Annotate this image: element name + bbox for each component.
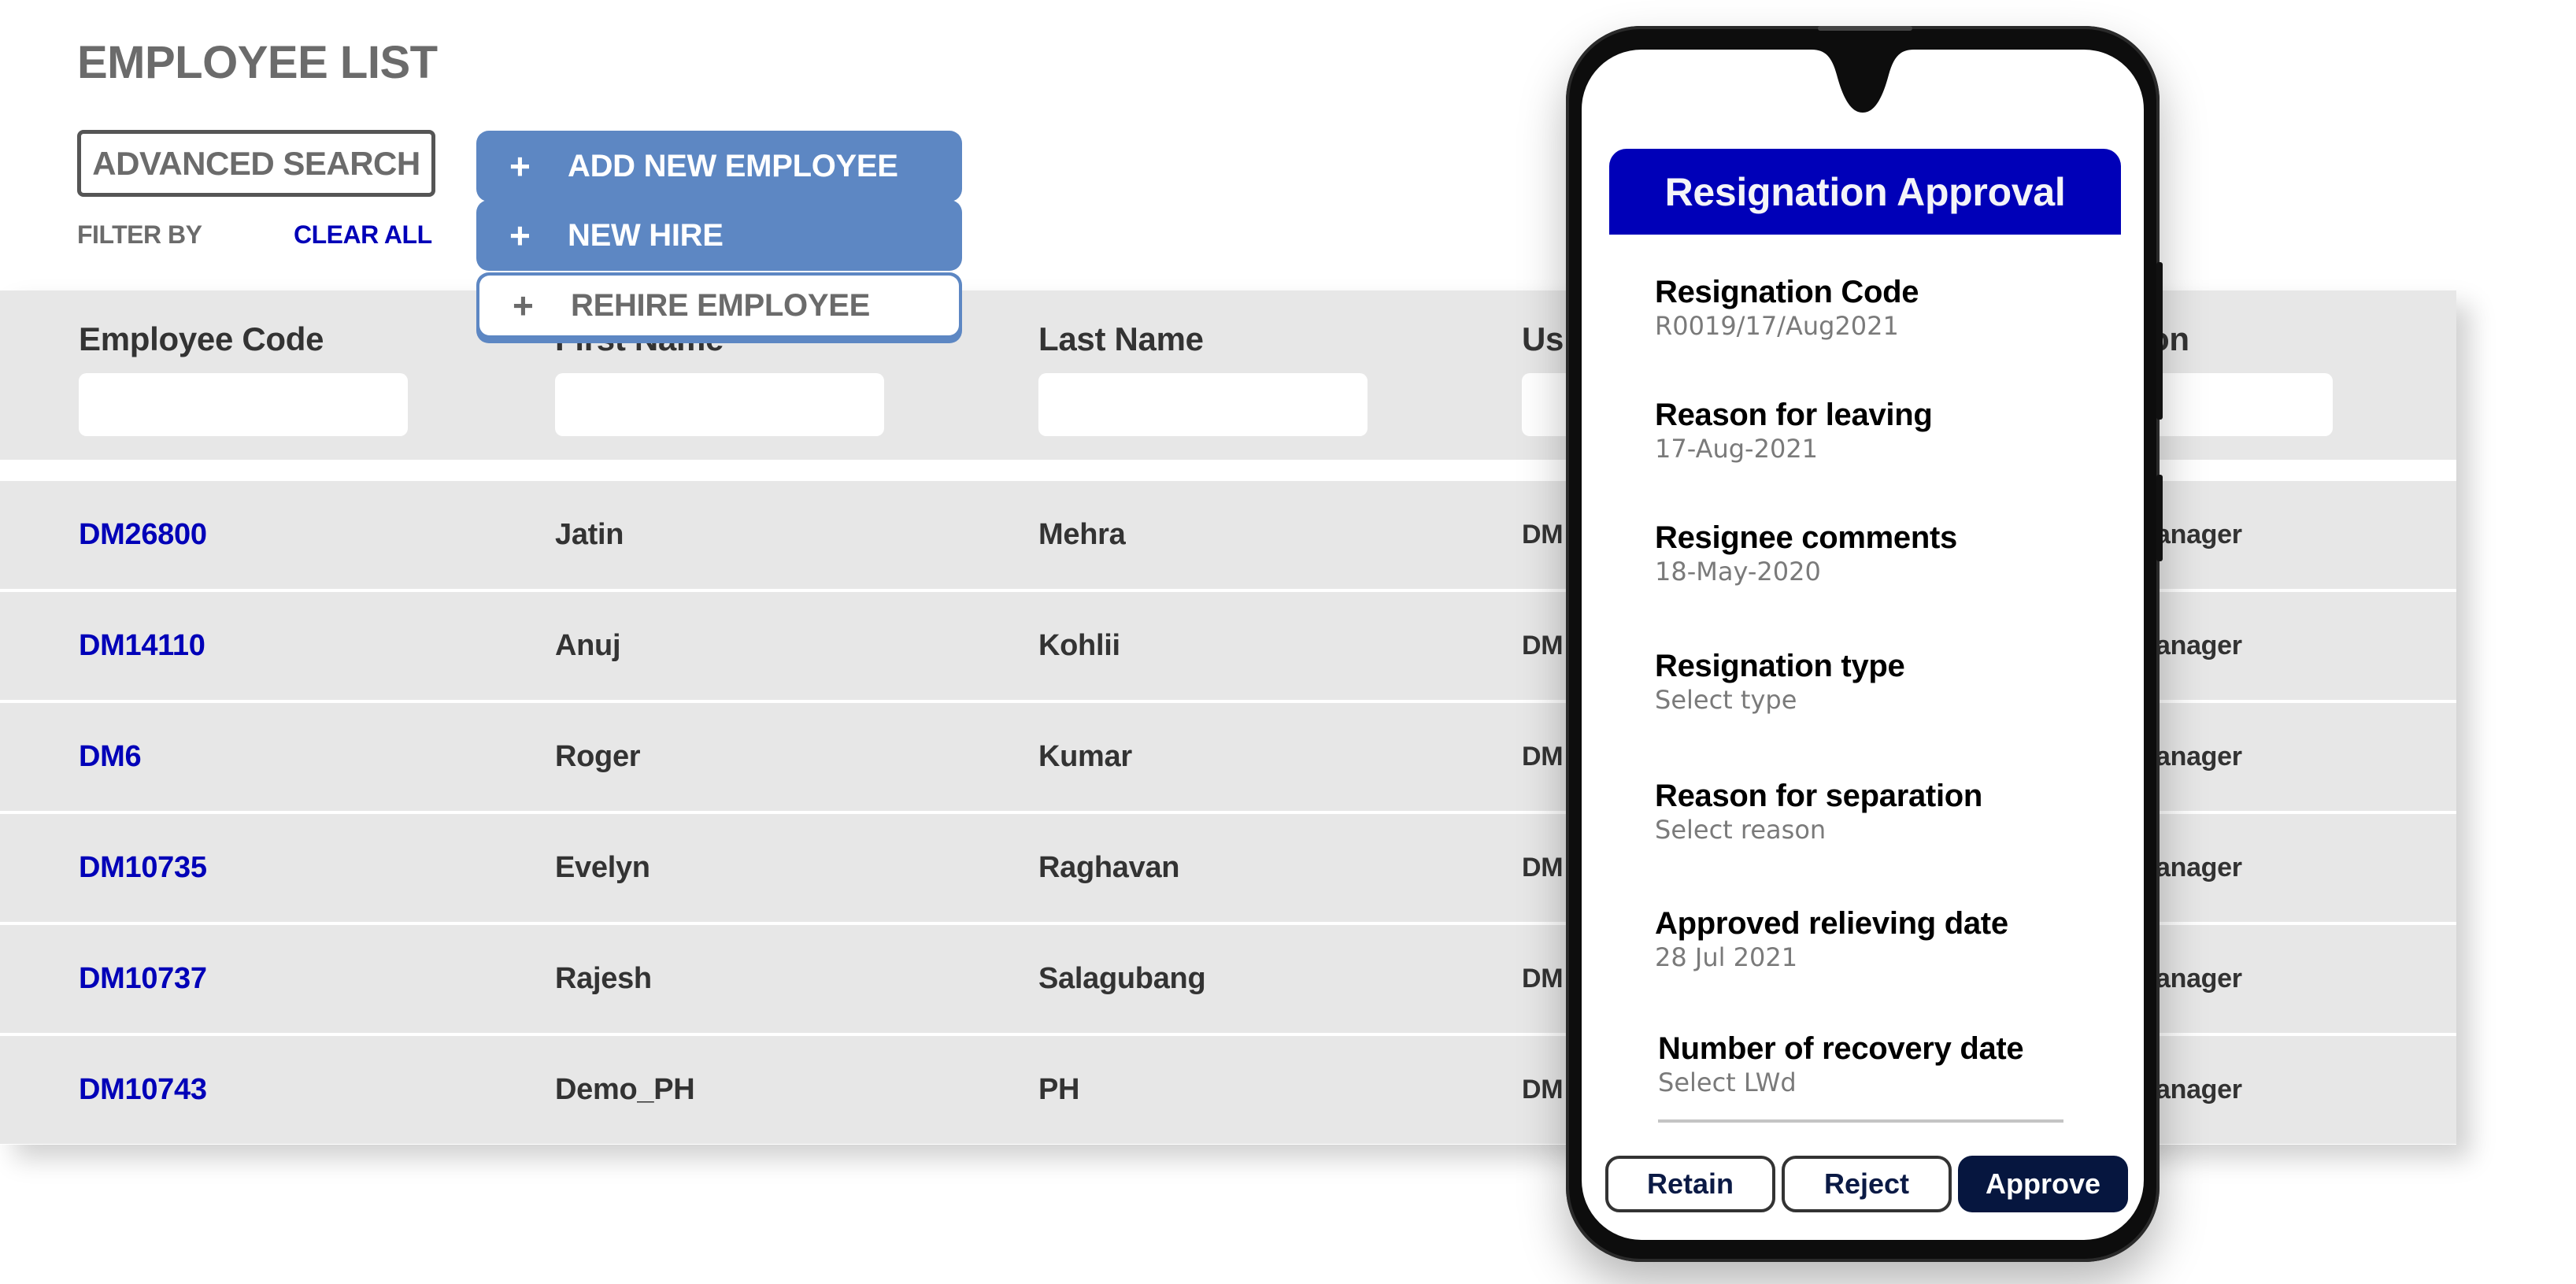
field-value: R0019/17/Aug2021 <box>1655 311 1899 341</box>
user-cell: DM <box>1522 631 1564 661</box>
user-cell: DM <box>1522 853 1564 883</box>
designation-cell: anager <box>2156 853 2242 883</box>
designation-cell: anager <box>2156 964 2242 994</box>
resignation-type-select[interactable]: Resignation type Select type <box>1655 648 1905 716</box>
field-label: Number of recovery date <box>1658 1031 2024 1066</box>
last-name-cell: Salagubang <box>1038 962 1206 995</box>
field-placeholder: Select reason <box>1655 815 1827 845</box>
plus-icon: + <box>509 146 531 187</box>
first-name-cell: Demo_PH <box>555 1073 695 1106</box>
user-cell: DM <box>1522 1075 1564 1105</box>
field-label: Approved relieving date <box>1655 906 2008 941</box>
field-value: 17-Aug-2021 <box>1655 434 1819 464</box>
column-header-last-name: Last Name <box>1038 320 1204 357</box>
field-value: 28 Jul 2021 <box>1655 942 1798 972</box>
phone-screen: Resignation Approval Resignation Code R0… <box>1582 50 2144 1240</box>
advanced-search-button[interactable]: ADVANCED SEARCH <box>77 130 435 197</box>
field-underline <box>1658 1119 2063 1123</box>
last-name-cell: Kumar <box>1038 740 1132 773</box>
employee-code-link[interactable]: DM10735 <box>79 814 207 922</box>
camera-notch <box>1812 50 1914 113</box>
last-name-cell: Mehra <box>1038 518 1126 551</box>
first-name-cell: Roger <box>555 740 641 773</box>
employee-code-link[interactable]: DM10737 <box>79 925 207 1033</box>
last-name-cell: Raghavan <box>1038 851 1180 884</box>
field-label: Reason for leaving <box>1655 398 1933 432</box>
retain-button[interactable]: Retain <box>1605 1156 1775 1212</box>
field-resignation-code: Resignation Code R0019/17/Aug2021 <box>1655 274 1919 342</box>
first-name-cell: Anuj <box>555 629 621 662</box>
filter-by-label: FILTER BY <box>77 220 202 249</box>
last-name-filter-input[interactable] <box>1038 373 1368 436</box>
first-name-cell: Rajesh <box>555 962 652 995</box>
menu-item-label: NEW HIRE <box>568 217 724 253</box>
designation-cell: anager <box>2156 520 2242 549</box>
power-button <box>2156 475 2163 561</box>
recovery-date-select[interactable]: Number of recovery date Select LWd <box>1658 1031 2024 1098</box>
field-resignee-comments: Resignee comments 18-May-2020 <box>1655 520 1957 587</box>
first-name-filter-input[interactable] <box>555 373 884 436</box>
employee-code-link[interactable]: DM26800 <box>79 481 207 589</box>
clear-all-link[interactable]: CLEAR ALL <box>294 220 432 250</box>
field-label: Resignation type <box>1655 649 1905 683</box>
modal-title: Resignation Approval <box>1609 149 2121 235</box>
field-label: Resignation Code <box>1655 275 1919 309</box>
speaker-grille <box>1818 26 1912 31</box>
plus-icon: + <box>513 285 534 326</box>
phone-mockup: Resignation Approval Resignation Code R0… <box>1566 26 2163 1262</box>
modal-actions: Retain Reject Approve <box>1605 1156 2128 1212</box>
employee-code-link[interactable]: DM6 <box>79 703 142 811</box>
volume-button <box>2156 262 2163 420</box>
designation-cell: anager <box>2156 631 2242 661</box>
field-label: Reason for separation <box>1655 779 1983 813</box>
employee-code-filter-input[interactable] <box>79 373 408 436</box>
first-name-cell: Jatin <box>555 518 624 551</box>
reason-for-separation-select[interactable]: Reason for separation Select reason <box>1655 778 1982 846</box>
new-hire-button[interactable]: + NEW HIRE <box>476 200 962 271</box>
approve-button[interactable]: Approve <box>1958 1156 2128 1212</box>
field-reason-for-leaving: Reason for leaving 17-Aug-2021 <box>1655 397 1933 464</box>
designation-cell: anager <box>2156 742 2242 772</box>
field-placeholder: Select LWd <box>1658 1068 1797 1097</box>
menu-item-label: REHIRE EMPLOYEE <box>571 287 871 323</box>
last-name-cell: Kohlii <box>1038 629 1120 662</box>
user-cell: DM <box>1522 742 1564 772</box>
column-header-employee-code: Employee Code <box>79 320 324 357</box>
field-label: Resignee comments <box>1655 520 1957 555</box>
page-title: EMPLOYEE LIST <box>77 37 438 88</box>
designation-cell: anager <box>2156 1075 2242 1105</box>
employee-code-link[interactable]: DM14110 <box>79 592 205 700</box>
approved-relieving-date-field[interactable]: Approved relieving date 28 Jul 2021 <box>1655 905 2008 973</box>
first-name-cell: Evelyn <box>555 851 650 884</box>
user-cell: DM <box>1522 964 1564 994</box>
menu-item-label: ADD NEW EMPLOYEE <box>568 148 898 183</box>
rehire-employee-button[interactable]: + REHIRE EMPLOYEE <box>476 272 962 343</box>
field-placeholder: Select type <box>1655 685 1797 715</box>
reject-button[interactable]: Reject <box>1782 1156 1952 1212</box>
field-value: 18-May-2020 <box>1655 557 1821 586</box>
last-name-cell: PH <box>1038 1073 1080 1106</box>
employee-code-link[interactable]: DM10743 <box>79 1036 207 1144</box>
plus-icon: + <box>509 215 531 256</box>
user-cell: DM <box>1522 520 1564 549</box>
column-header-user: Us <box>1522 320 1564 357</box>
add-new-employee-button[interactable]: + ADD NEW EMPLOYEE <box>476 131 962 202</box>
